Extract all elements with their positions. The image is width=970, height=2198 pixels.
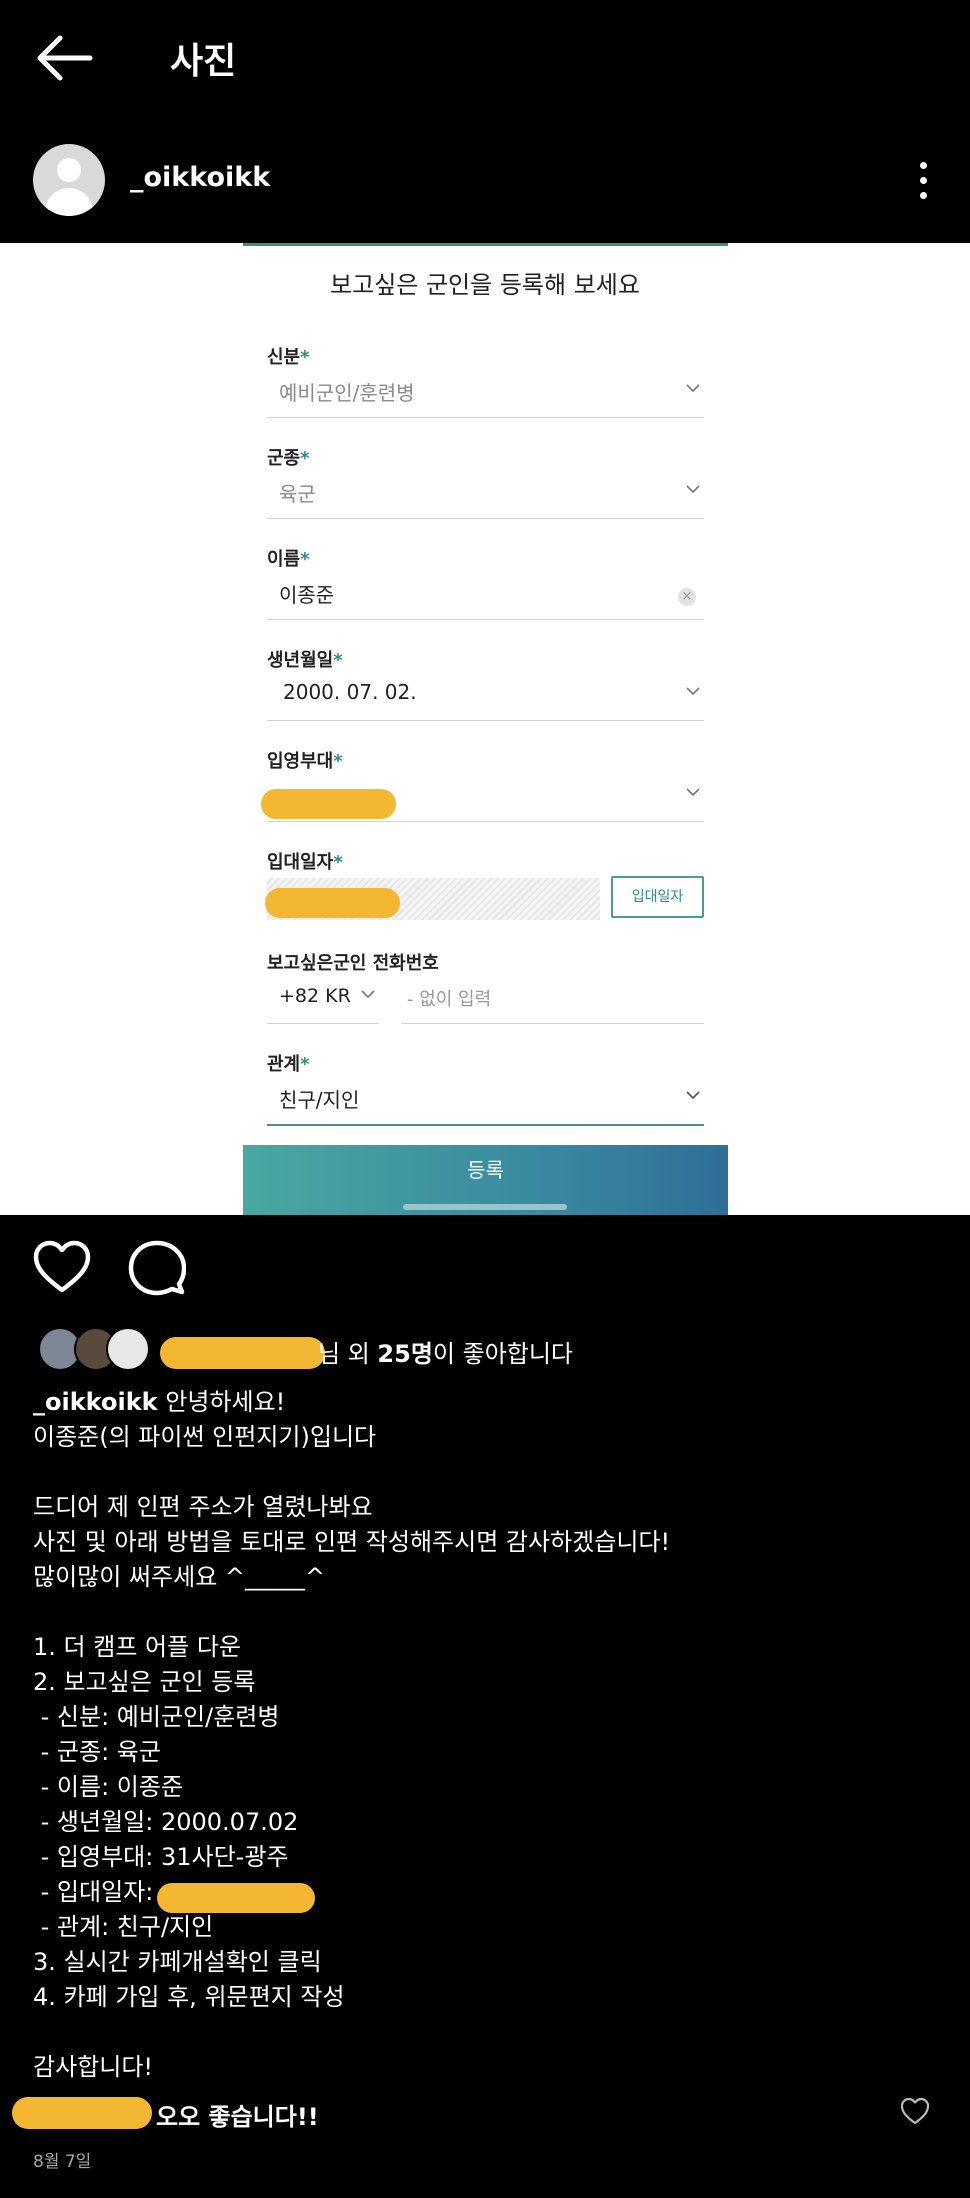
caption-text: 안녕하세요! 이종준(의 파이썬 인펀지기)입니다 드디어 제 인편 주소가 열… [33,1388,671,2081]
country-code-select[interactable]: +82 KR [279,985,351,1007]
back-arrow-icon[interactable] [34,30,94,86]
chevron-down-icon [686,788,700,797]
comment-icon[interactable] [128,1240,186,1296]
birthdate-field[interactable]: 생년월일* 2000. 07. 02. [267,646,704,721]
status-field[interactable]: 신분* 예비군인/훈련병 [267,343,704,418]
post-actions [0,1240,970,1300]
top-bar: 사진 [0,0,970,115]
unit-field[interactable]: 입영부대* [261,747,704,822]
post-photo: 보고싶은 군인을 등록해 보세요 신분* 예비군인/훈련병 군종* 육군 이름*… [0,243,970,1215]
redaction-mark [265,888,400,918]
heart-icon[interactable] [33,1240,91,1294]
name-field[interactable]: 이름* 이종준 × [267,545,704,620]
redaction-mark [160,1337,325,1369]
redaction-mark [157,1883,315,1913]
home-indicator [403,1204,567,1210]
status-value: 예비군인/훈련병 [279,381,415,405]
enlistment-date-field[interactable]: 입대일자* 입대일자 [265,848,704,920]
likes-row[interactable]: 님 외 25명이 좋아합니다 [0,1325,970,1377]
form-title: 보고싶은 군인을 등록해 보세요 [330,271,640,299]
chevron-down-icon [686,1091,700,1100]
branch-value: 육군 [279,482,316,506]
chevron-down-icon [686,384,700,393]
chevron-down-icon [686,485,700,494]
comment-like-icon[interactable] [900,2097,930,2125]
relation-field[interactable]: 관계* 친구/지인 [267,1050,704,1126]
post-caption: _oikkoikk 안녕하세요! 이종준(의 파이썬 인펀지기)입니다 드디어 … [33,1385,933,2085]
chevron-down-icon [361,990,375,999]
post-header: _oikkoikk [0,140,970,245]
comment-text: 오오 좋습니다!! [156,2103,319,2131]
enlistment-date-button[interactable]: 입대일자 [611,876,704,918]
relation-value: 친구/지인 [279,1088,360,1112]
comment-row: 오오 좋습니다!! [0,2095,970,2135]
birthdate-value: 2000. 07. 02. [283,680,417,704]
post-date: 8월 7일 [33,2152,92,2172]
phone-field[interactable]: 보고싶은군인 전화번호 +82 KR - 없이 입력 [267,949,704,1024]
chevron-down-icon [686,687,700,696]
caption-username[interactable]: _oikkoikk [33,1388,158,1416]
more-options-icon[interactable] [918,162,928,206]
redaction-mark [261,789,396,819]
name-value: 이종준 [279,583,335,607]
clear-icon[interactable]: × [678,588,696,606]
redaction-mark [12,2097,152,2129]
phone-input[interactable]: - 없이 입력 [407,985,491,1011]
avatar[interactable] [33,144,105,216]
page-title: 사진 [170,41,237,82]
avatar [106,1327,150,1371]
branch-field[interactable]: 군종* 육군 [267,444,704,519]
post-username[interactable]: _oikkoikk [130,162,270,193]
likes-text: 님 외 25명이 좋아합니다 [318,1340,574,1368]
